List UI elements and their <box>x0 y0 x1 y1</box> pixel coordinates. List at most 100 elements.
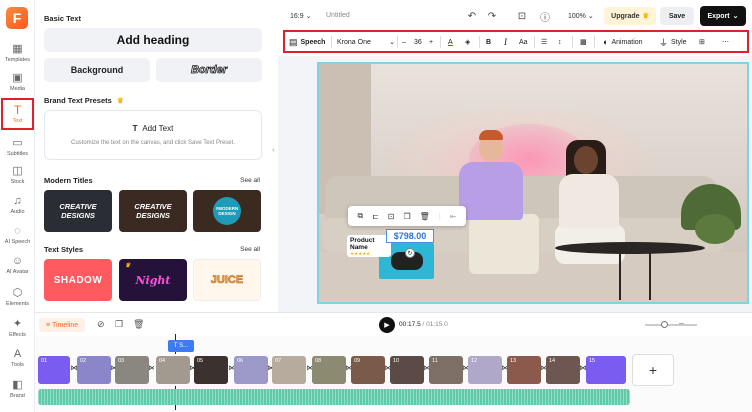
zoom-slider-track[interactable] <box>645 324 697 326</box>
project-title[interactable]: Untitled <box>326 12 350 19</box>
timeline-clip[interactable]: 01 <box>38 356 70 384</box>
text-styles-see-all[interactable]: See all <box>240 246 260 253</box>
timeline-toggle-button[interactable]: ≡ Timeline <box>39 318 85 332</box>
italic-icon[interactable]: I <box>504 35 507 49</box>
timeline-clip[interactable]: 06 <box>234 356 268 384</box>
font-size-decrease[interactable]: – <box>402 35 406 49</box>
rail-item-media[interactable]: ▣ Media <box>0 67 35 97</box>
rail-item-subtitles[interactable]: ▭ Subtitles <box>0 132 35 162</box>
clip-number: 01 <box>41 358 48 364</box>
layers-icon[interactable]: ⧉ <box>357 211 363 221</box>
font-size-value[interactable]: 36 <box>414 35 422 49</box>
animation-button[interactable]: ◐ Animation <box>603 35 643 49</box>
rail-item-brand[interactable]: ◧ Brand <box>0 374 35 404</box>
brand-presets-title: Brand Text Presets ♛ <box>44 96 124 105</box>
delete-icon[interactable]: 🗑 <box>420 212 430 221</box>
rail-item-effects[interactable]: ✦ Effects <box>0 313 35 343</box>
background-style-button[interactable]: Background <box>44 58 150 82</box>
export-button[interactable]: Export ⌄ <box>700 6 746 26</box>
text-style-thumb[interactable]: SHADOW <box>44 259 112 301</box>
modern-title-thumb[interactable]: #MODERN DESIGN <box>193 190 261 232</box>
modern-title-thumb[interactable]: CREATIVE DESIGNS <box>119 190 187 232</box>
add-text-button[interactable]: T Add Text <box>45 124 261 133</box>
align-icon[interactable]: ☰ <box>541 35 547 49</box>
undo-icon[interactable]: ↶ <box>465 9 479 23</box>
more-options-icon[interactable]: ⋯ <box>722 35 729 49</box>
modern-titles-see-all[interactable]: See all <box>240 177 260 184</box>
redo-icon[interactable]: ↷ <box>485 9 499 23</box>
playhead-text-marker[interactable]: T S... <box>168 340 194 352</box>
rotate-handle-icon[interactable]: ↻ <box>405 248 415 258</box>
timeline-clip[interactable]: 08 <box>312 356 346 384</box>
timeline-clip[interactable]: 14 <box>546 356 580 384</box>
rail-item-elements[interactable]: ⬡ Elements <box>0 282 35 312</box>
product-card-element[interactable]: Product Name ★★★★★ $798.00 <box>347 229 435 279</box>
rail-item-text[interactable]: T Text <box>1 98 34 130</box>
align-elements-icon[interactable]: ⊏ <box>372 212 379 221</box>
aspect-ratio-select[interactable]: 16:9 ⌄ <box>290 12 311 20</box>
line-spacing-icon[interactable]: ↕ <box>558 35 562 49</box>
highlight-color-icon[interactable]: ◈ <box>465 35 470 49</box>
add-heading-button[interactable]: Add heading <box>44 28 262 52</box>
text-icon: T <box>132 124 138 133</box>
timeline-clip[interactable]: 07 <box>272 356 306 384</box>
opacity-icon[interactable]: ▩ <box>580 35 587 49</box>
rail-item-ai-avatar[interactable]: ☺ AI Avatar <box>0 250 35 280</box>
thumb-label: Night <box>135 273 171 287</box>
modern-title-thumb[interactable]: CREATIVE DESIGNS <box>44 190 112 232</box>
delete-clip-icon[interactable]: 🗑 <box>133 319 144 330</box>
rail-item-stock[interactable]: ◫ Stock <box>0 160 35 190</box>
save-button[interactable]: Save <box>660 7 694 25</box>
duplicate-icon[interactable]: ❐ <box>403 212 410 221</box>
text-style-thumb[interactable]: JUICE <box>193 259 261 301</box>
timeline-clip[interactable]: 03 <box>115 356 149 384</box>
text-case-button[interactable]: Aa <box>519 35 528 49</box>
duplicate-clip-icon[interactable]: ❐ <box>115 319 123 330</box>
lock-icon[interactable]: ⊡ <box>388 212 395 221</box>
zoom-slider-knob[interactable] <box>661 321 668 328</box>
timeline-clip[interactable]: 15 <box>586 356 626 384</box>
smart-image-icon[interactable]: ⊞ <box>699 35 705 49</box>
timeline-clip[interactable]: 10 <box>390 356 424 384</box>
zoom-out-icon[interactable]: – <box>679 318 684 328</box>
price-text[interactable]: $798.00 <box>386 229 434 243</box>
timeline-clip[interactable]: 04 <box>154 354 192 386</box>
help-icon[interactable]: ⓘ <box>538 9 552 24</box>
timeline-clip[interactable]: 12 <box>468 356 502 384</box>
rail-item-audio[interactable]: ♫ Audio <box>0 190 35 220</box>
transition-icon[interactable]: ⋈ <box>148 365 156 373</box>
rail-item-ai-speech[interactable]: ◌ AI Speech <box>0 220 35 250</box>
timeline-clip[interactable]: 11 <box>429 356 463 384</box>
border-style-button[interactable]: Border <box>156 58 262 82</box>
audio-track[interactable] <box>38 389 630 405</box>
upgrade-button[interactable]: Upgrade ♛ <box>604 7 656 25</box>
templates-icon: ▦ <box>12 43 23 55</box>
font-size-increase[interactable]: + <box>429 35 433 49</box>
timeline-clip[interactable]: 09 <box>351 356 385 384</box>
text-color-icon[interactable]: A <box>448 35 453 49</box>
media-icon: ▣ <box>12 72 23 84</box>
playback-bar: ≡ Timeline ⊘ ❐ 🗑 ▶ 00:17.5 / 01:15.0 – <box>35 312 752 336</box>
timeline-clip[interactable]: 02 <box>77 356 111 384</box>
brand-preset-box[interactable]: T Add Text Customize the text on the can… <box>44 110 262 160</box>
split-icon[interactable]: ⊘ <box>97 319 105 330</box>
divider <box>397 36 398 48</box>
text-style-thumb[interactable]: ♛ Night <box>119 259 187 301</box>
play-button[interactable]: ▶ <box>379 317 395 333</box>
add-clip-button[interactable]: + <box>632 354 674 386</box>
timeline-clip[interactable]: 05 <box>194 356 228 384</box>
rail-item-templates[interactable]: ▦ Templates <box>0 38 35 68</box>
app-logo[interactable]: F <box>6 7 28 29</box>
rail-item-tools[interactable]: A Tools <box>0 343 35 373</box>
clip-number: 13 <box>510 358 517 364</box>
bold-icon[interactable]: B <box>486 35 491 49</box>
font-select[interactable]: Krona One ⌄ <box>337 35 395 49</box>
speech-button[interactable]: ▤ Speech <box>289 35 325 49</box>
timeline-icon: ≡ <box>45 321 50 329</box>
timeline-clip[interactable]: 13 <box>507 356 541 384</box>
screenshot-icon[interactable]: ⊡ <box>515 9 529 23</box>
thumb-label: SHADOW <box>53 274 103 286</box>
exit-icon[interactable]: ⇤ <box>450 212 457 221</box>
style-button[interactable]: ⏚ Style <box>659 35 687 49</box>
zoom-select[interactable]: 100% ⌄ <box>568 12 594 20</box>
